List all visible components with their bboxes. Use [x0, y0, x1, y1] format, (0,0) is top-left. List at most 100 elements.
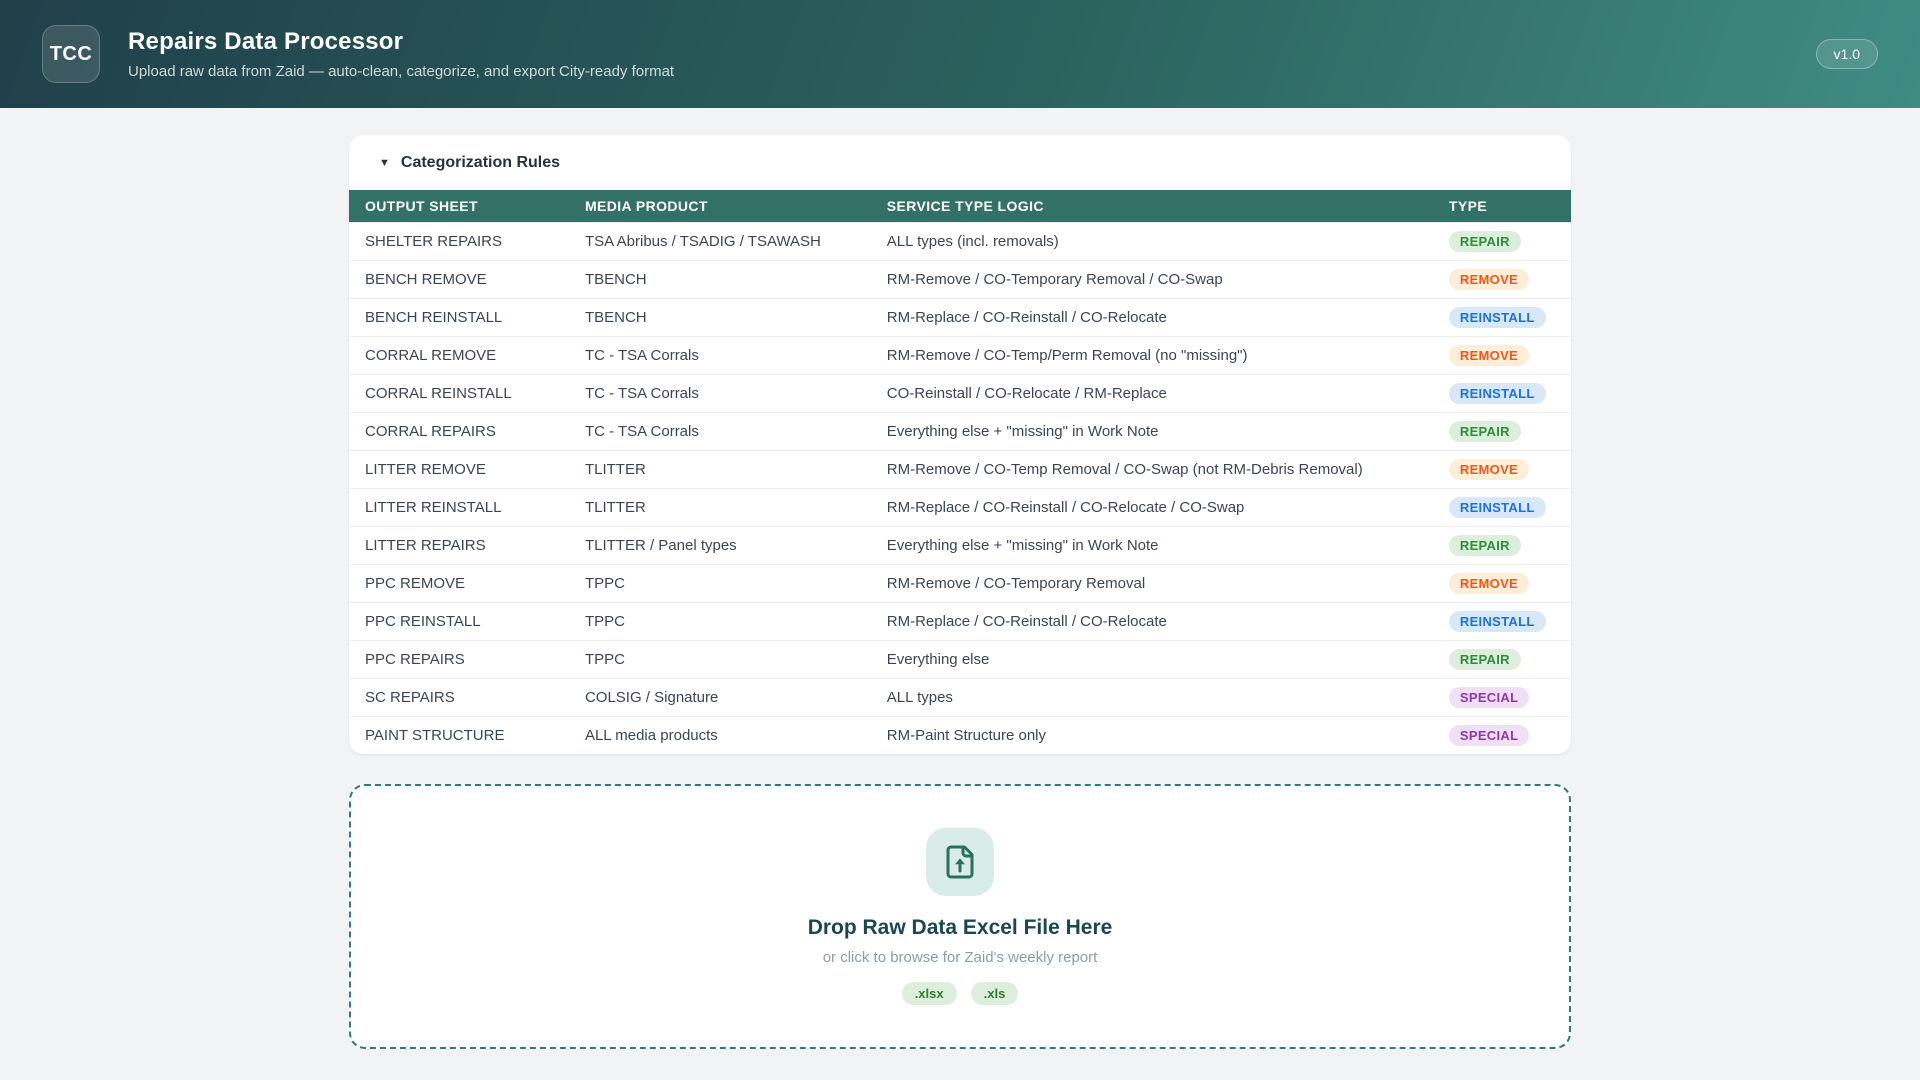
- dropzone-title: Drop Raw Data Excel File Here: [807, 916, 1113, 939]
- table-row: LITTER REPAIRS TLITTER / Panel types Every…: [349, 526, 1571, 565]
- version-badge: v1.0: [1815, 39, 1878, 69]
- type-badge: REINSTALL: [1448, 383, 1546, 404]
- cell-type: REPAIR: [1432, 526, 1571, 565]
- table-row: PPC REPAIRS TPPC Everything else REPAIR: [349, 640, 1571, 679]
- cell-media: TBENCH: [568, 260, 871, 299]
- cell-type: REINSTALL: [1432, 298, 1571, 337]
- cell-logic: RM-Replace / CO-Reinstall / CO-Relocate …: [870, 488, 1433, 527]
- cell-type: SPECIAL: [1432, 716, 1571, 754]
- app-header: TCC Repairs Data Processor Upload raw da…: [0, 0, 1920, 108]
- cell-logic: RM-Replace / CO-Reinstall / CO-Relocate: [870, 602, 1433, 641]
- table-row: SC REPAIRS COLSIG / Signature ALL types SPE…: [349, 678, 1571, 717]
- cell-type: SPECIAL: [1432, 678, 1571, 717]
- allowed-extensions: .xlsx .xls: [901, 982, 1019, 1005]
- column-header-output-sheet: OUTPUT SHEET: [349, 190, 569, 223]
- cell-sheet: BENCH REINSTALL: [349, 298, 569, 337]
- cell-type: REPAIR: [1432, 640, 1571, 679]
- type-badge: REMOVE: [1448, 459, 1530, 480]
- cell-logic: RM-Replace / CO-Reinstall / CO-Relocate: [870, 298, 1433, 337]
- cell-media: TPPC: [568, 564, 871, 603]
- cell-logic: Everything else + "missing" in Work Note: [870, 526, 1433, 565]
- cell-type: REMOVE: [1432, 260, 1571, 299]
- type-badge: REMOVE: [1448, 345, 1530, 366]
- rules-table: OUTPUT SHEET MEDIA PRODUCT SERVICE TYPE …: [349, 190, 1571, 754]
- cell-media: TC - TSA Corrals: [568, 336, 871, 375]
- cell-media: TLITTER: [568, 488, 871, 527]
- cell-logic: RM-Remove / CO-Temporary Removal / CO-Sw…: [870, 260, 1433, 299]
- cell-media: TLITTER: [568, 450, 871, 489]
- type-badge: REMOVE: [1448, 573, 1530, 594]
- cell-type: REINSTALL: [1432, 374, 1571, 413]
- table-row: CORRAL REPAIRS TC - TSA Corrals Everything…: [349, 412, 1571, 451]
- header-text: Repairs Data Processor Upload raw data f…: [128, 28, 674, 80]
- cell-logic: CO-Reinstall / CO-Relocate / RM-Replace: [870, 374, 1433, 413]
- type-badge: REINSTALL: [1448, 307, 1546, 328]
- cell-logic: ALL types (incl. removals): [870, 222, 1433, 261]
- cell-type: REMOVE: [1432, 336, 1571, 375]
- cell-media: TBENCH: [568, 298, 871, 337]
- cell-sheet: CORRAL REINSTALL: [349, 374, 569, 413]
- cell-type: REPAIR: [1432, 222, 1571, 261]
- chevron-down-icon: ▼: [379, 156, 390, 169]
- table-row: CORRAL REMOVE TC - TSA Corrals RM-Remove /…: [349, 336, 1571, 375]
- cell-type: REINSTALL: [1432, 488, 1571, 527]
- page-title: Repairs Data Processor: [128, 28, 404, 55]
- type-badge: REINSTALL: [1448, 611, 1546, 632]
- file-upload-icon: [946, 845, 974, 879]
- main-content: ▼ Categorization Rules OUTPUT SHEET MEDI…: [349, 135, 1571, 1049]
- rules-panel-toggle[interactable]: ▼ Categorization Rules: [349, 135, 1571, 190]
- app-logo: TCC: [42, 25, 100, 83]
- cell-sheet: SC REPAIRS: [349, 678, 569, 717]
- cell-sheet: LITTER REPAIRS: [349, 526, 569, 565]
- cell-sheet: BENCH REMOVE: [349, 260, 569, 299]
- cell-sheet: LITTER REMOVE: [349, 450, 569, 489]
- column-header-service-type-logic: SERVICE TYPE LOGIC: [870, 190, 1433, 223]
- cell-logic: RM-Remove / CO-Temp Removal / CO-Swap (n…: [870, 450, 1433, 489]
- rules-table-body: SHELTER REPAIRS TSA Abribus / TSADIG / TS…: [349, 222, 1571, 754]
- upload-icon-box: [926, 828, 994, 896]
- file-dropzone[interactable]: Drop Raw Data Excel File Here or click t…: [349, 784, 1571, 1049]
- cell-logic: RM-Remove / CO-Temporary Removal: [870, 564, 1433, 603]
- rules-table-header: OUTPUT SHEET MEDIA PRODUCT SERVICE TYPE …: [349, 190, 1571, 223]
- table-row: CORRAL REINSTALL TC - TSA Corrals CO-Reins…: [349, 374, 1571, 413]
- table-row: LITTER REMOVE TLITTER RM-Remove / CO-Temp …: [349, 450, 1571, 489]
- cell-logic: Everything else + "missing" in Work Note: [870, 412, 1433, 451]
- cell-media: TC - TSA Corrals: [568, 374, 871, 413]
- cell-sheet: PPC REPAIRS: [349, 640, 569, 679]
- cell-media: ALL media products: [568, 716, 871, 754]
- cell-media: COLSIG / Signature: [568, 678, 871, 717]
- cell-type: REINSTALL: [1432, 602, 1571, 641]
- table-row: LITTER REINSTALL TLITTER RM-Replace / CO-R…: [349, 488, 1571, 527]
- cell-sheet: CORRAL REPAIRS: [349, 412, 569, 451]
- ext-badge-xlsx: .xlsx: [901, 982, 957, 1005]
- page-subtitle: Upload raw data from Zaid — auto-clean, …: [128, 63, 675, 80]
- type-badge: REMOVE: [1448, 269, 1530, 290]
- cell-sheet: PPC REINSTALL: [349, 602, 569, 641]
- cell-logic: Everything else: [870, 640, 1433, 679]
- cell-sheet: CORRAL REMOVE: [349, 336, 569, 375]
- rules-panel-title: Categorization Rules: [400, 154, 561, 171]
- dropzone-subtitle: or click to browse for Zaid's weekly rep…: [822, 949, 1098, 966]
- type-badge: REPAIR: [1448, 649, 1521, 670]
- cell-media: TSA Abribus / TSADIG / TSAWASH: [568, 222, 871, 261]
- type-badge: REPAIR: [1448, 231, 1521, 252]
- type-badge: SPECIAL: [1448, 687, 1530, 708]
- cell-type: REMOVE: [1432, 564, 1571, 603]
- cell-media: TPPC: [568, 602, 871, 641]
- cell-media: TPPC: [568, 640, 871, 679]
- column-header-type: TYPE: [1432, 190, 1571, 223]
- table-row: SHELTER REPAIRS TSA Abribus / TSADIG / TS…: [349, 222, 1571, 261]
- table-row: PPC REINSTALL TPPC RM-Replace / CO-Reinsta…: [349, 602, 1571, 641]
- cell-type: REMOVE: [1432, 450, 1571, 489]
- cell-logic: RM-Remove / CO-Temp/Perm Removal (no "mi…: [870, 336, 1433, 375]
- table-row: PAINT STRUCTURE ALL media products RM-Pain…: [349, 716, 1571, 754]
- type-badge: REINSTALL: [1448, 497, 1546, 518]
- cell-media: TLITTER / Panel types: [568, 526, 871, 565]
- cell-logic: ALL types: [870, 678, 1433, 717]
- column-header-media-product: MEDIA PRODUCT: [568, 190, 871, 223]
- table-row: PPC REMOVE TPPC RM-Remove / CO-Temporary R…: [349, 564, 1571, 603]
- categorization-rules-panel: ▼ Categorization Rules OUTPUT SHEET MEDI…: [349, 135, 1571, 754]
- cell-logic: RM-Paint Structure only: [870, 716, 1433, 754]
- cell-type: REPAIR: [1432, 412, 1571, 451]
- cell-sheet: SHELTER REPAIRS: [349, 222, 569, 261]
